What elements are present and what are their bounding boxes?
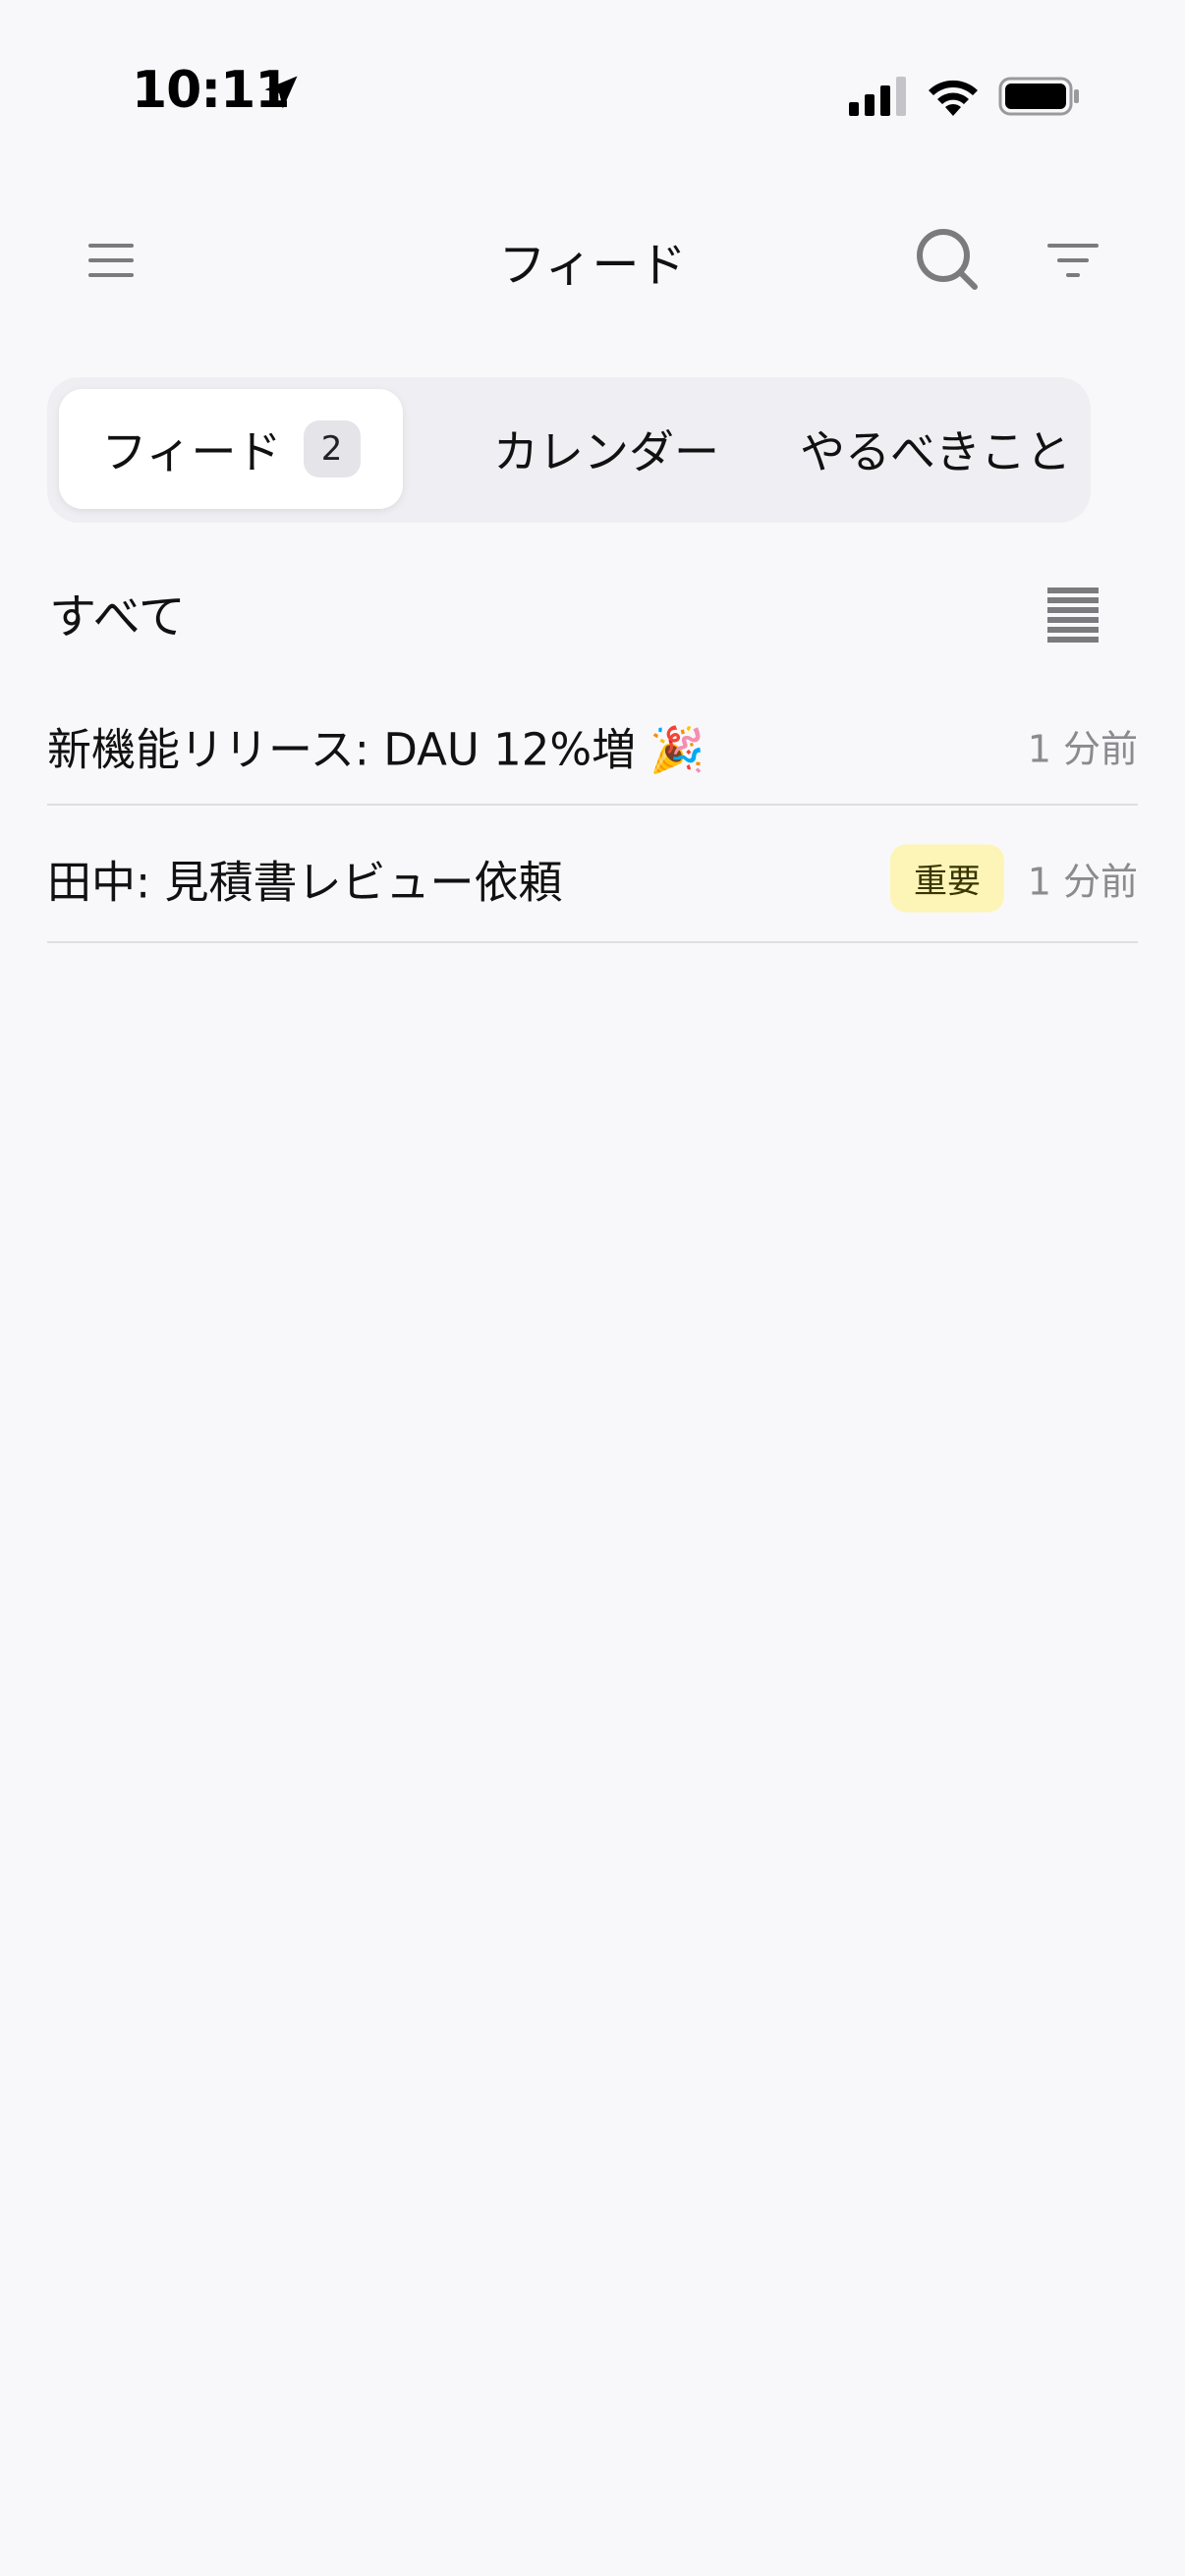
feed-count-badge: 2 [303, 420, 361, 477]
important-tag: 重要 [890, 844, 1004, 913]
filter-icon[interactable] [1045, 240, 1100, 281]
view-switcher: フィード 2 カレンダー やるべきこと [47, 377, 1091, 523]
wifi-icon [929, 80, 978, 116]
tab-feed-label: フィード [101, 425, 282, 478]
feed-item-title: 田中: 見積書レビュー依頼 [47, 856, 563, 909]
feed-item-time: 1 分前 [1027, 860, 1138, 904]
feed-item-time: 1 分前 [1027, 727, 1138, 771]
feed-item[interactable]: 田中: 見積書レビュー依頼 重要 1 分前 [47, 815, 1138, 943]
tab-feed[interactable]: フィード 2 [59, 389, 403, 509]
cellular-signal-icon [849, 77, 906, 116]
tab-calendar-label: カレンダー [493, 425, 719, 478]
feed-item[interactable]: 新機能リリース: DAU 12%増 🎉 1 分前 [47, 688, 1138, 806]
tab-todo[interactable]: やるべきこと [778, 389, 1093, 509]
page-title: フィード [498, 238, 687, 293]
search-icon[interactable] [912, 224, 983, 295]
tab-todo-label: やるべきこと [800, 425, 1071, 478]
location-arrow-icon [264, 76, 298, 109]
status-bar: 10:11 [0, 0, 1185, 196]
tab-calendar[interactable]: カレンダー [434, 389, 778, 509]
section-title: すべて [49, 589, 186, 644]
top-navigation-bar: フィード [0, 196, 1185, 324]
feed-item-title: 新機能リリース: DAU 12%増 🎉 [47, 723, 705, 776]
list-view-icon[interactable] [1045, 586, 1100, 644]
battery-icon [998, 77, 1079, 116]
